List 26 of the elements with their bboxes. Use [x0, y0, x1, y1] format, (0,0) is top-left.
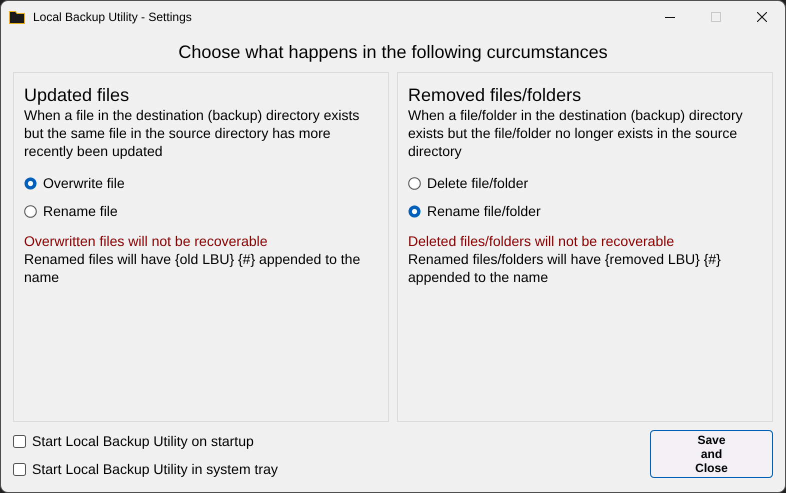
note-text: Renamed files/folders will have {removed LBU} {#} appended to the name — [408, 250, 722, 286]
checkbox-option[interactable]: Start Local Backup Utility on startup — [13, 432, 254, 451]
window-title: Local Backup Utility - Settings — [33, 10, 193, 24]
radio-button-icon[interactable] — [408, 176, 421, 190]
folder-icon — [9, 10, 25, 24]
save-and-close-button[interactable]: Save and Close — [650, 430, 773, 478]
page-heading: Choose what happens in the following curcumstances — [177, 41, 609, 63]
checkbox-option[interactable]: Start Local Backup Utility in system tray — [13, 460, 278, 479]
close-icon — [757, 12, 767, 22]
radio-option[interactable]: Rename file/folder — [408, 202, 541, 220]
warning-text: Overwritten files will not be recoverable — [24, 232, 269, 250]
panel-title: Removed files/folders — [408, 85, 582, 106]
radio-option[interactable]: Delete file/folder — [408, 174, 528, 192]
warning-text: Deleted files/folders will not be recoverable — [408, 232, 676, 250]
panel-description: When a file/folder in the destination (backup) directory exists but the file/folder no longer exists in the source directory — [408, 106, 744, 160]
radio-button-icon[interactable] — [24, 204, 37, 218]
note-text: Renamed files will have {old LBU} {#} appended to the name — [24, 250, 362, 286]
radio-button-icon[interactable] — [408, 204, 421, 218]
radio-option[interactable]: Rename file — [24, 202, 118, 220]
radio-button-icon[interactable] — [24, 176, 37, 190]
checkbox-icon[interactable] — [13, 435, 26, 448]
panel-title: Updated files — [24, 85, 130, 106]
radio-option[interactable]: Overwrite file — [24, 174, 125, 192]
checkbox-icon[interactable] — [13, 463, 26, 476]
maximize-icon — [711, 12, 721, 22]
panel-description: When a file in the destination (backup) directory exists but the same file in the source directory has more recently been updated — [24, 106, 360, 160]
